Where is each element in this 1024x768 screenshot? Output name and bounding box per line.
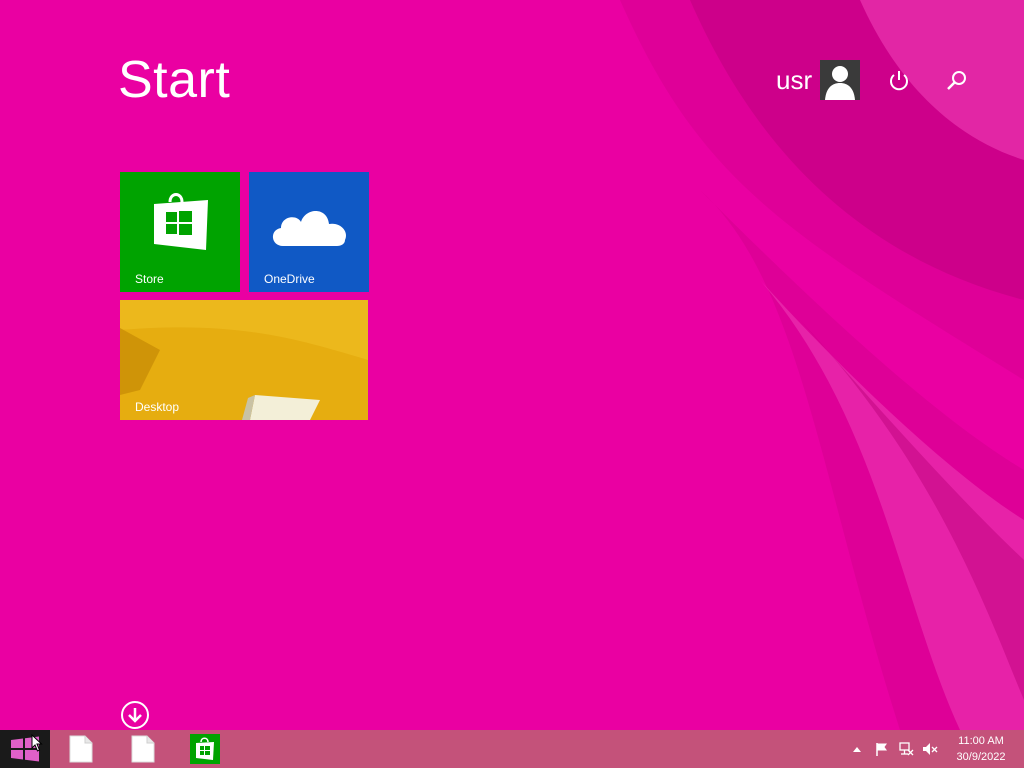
tile-desktop[interactable]: Desktop xyxy=(120,300,368,420)
document-icon xyxy=(131,735,155,763)
taskbar-start-button[interactable] xyxy=(0,730,50,768)
taskbar-document-1[interactable] xyxy=(58,730,104,768)
tile-onedrive[interactable]: OneDrive xyxy=(249,172,369,292)
tile-label: OneDrive xyxy=(264,272,315,286)
taskbar-clock[interactable]: 11:00 AM 30/9/2022 xyxy=(948,733,1014,765)
network-button[interactable] xyxy=(896,730,916,768)
mouse-cursor-icon xyxy=(31,734,43,752)
user-name: usr xyxy=(776,65,813,95)
search-button[interactable] xyxy=(944,68,970,94)
user-silhouette-icon xyxy=(825,66,856,100)
clock-date: 30/9/2022 xyxy=(956,751,1006,763)
power-button[interactable] xyxy=(886,68,912,94)
volume-button[interactable] xyxy=(920,730,940,768)
cloud-icon xyxy=(272,211,347,246)
arrow-down-circle-icon xyxy=(121,701,149,729)
power-icon xyxy=(890,71,908,91)
taskbar-document-2[interactable] xyxy=(120,730,166,768)
network-icon xyxy=(899,742,914,756)
all-apps-button[interactable] xyxy=(120,700,150,730)
taskbar-store-app[interactable] xyxy=(182,730,228,768)
tile-store[interactable]: Store xyxy=(120,172,240,292)
flag-icon xyxy=(876,743,887,756)
action-center-button[interactable] xyxy=(872,730,892,768)
clock-time: 11:00 AM xyxy=(958,735,1004,747)
chevron-up-icon xyxy=(853,747,861,752)
show-hidden-icons-button[interactable] xyxy=(850,730,864,768)
page-title: Start xyxy=(118,51,231,109)
avatar[interactable] xyxy=(820,60,861,100)
volume-muted-icon xyxy=(923,743,938,755)
taskbar: 11:00 AM 30/9/2022 xyxy=(0,730,1024,768)
tile-label: Desktop xyxy=(135,400,180,414)
document-icon xyxy=(69,735,93,763)
user-account[interactable]: usr xyxy=(776,60,861,100)
store-bag-icon xyxy=(154,193,208,250)
store-bag-icon xyxy=(190,734,220,764)
tile-label: Store xyxy=(135,272,164,286)
search-icon xyxy=(947,71,966,90)
